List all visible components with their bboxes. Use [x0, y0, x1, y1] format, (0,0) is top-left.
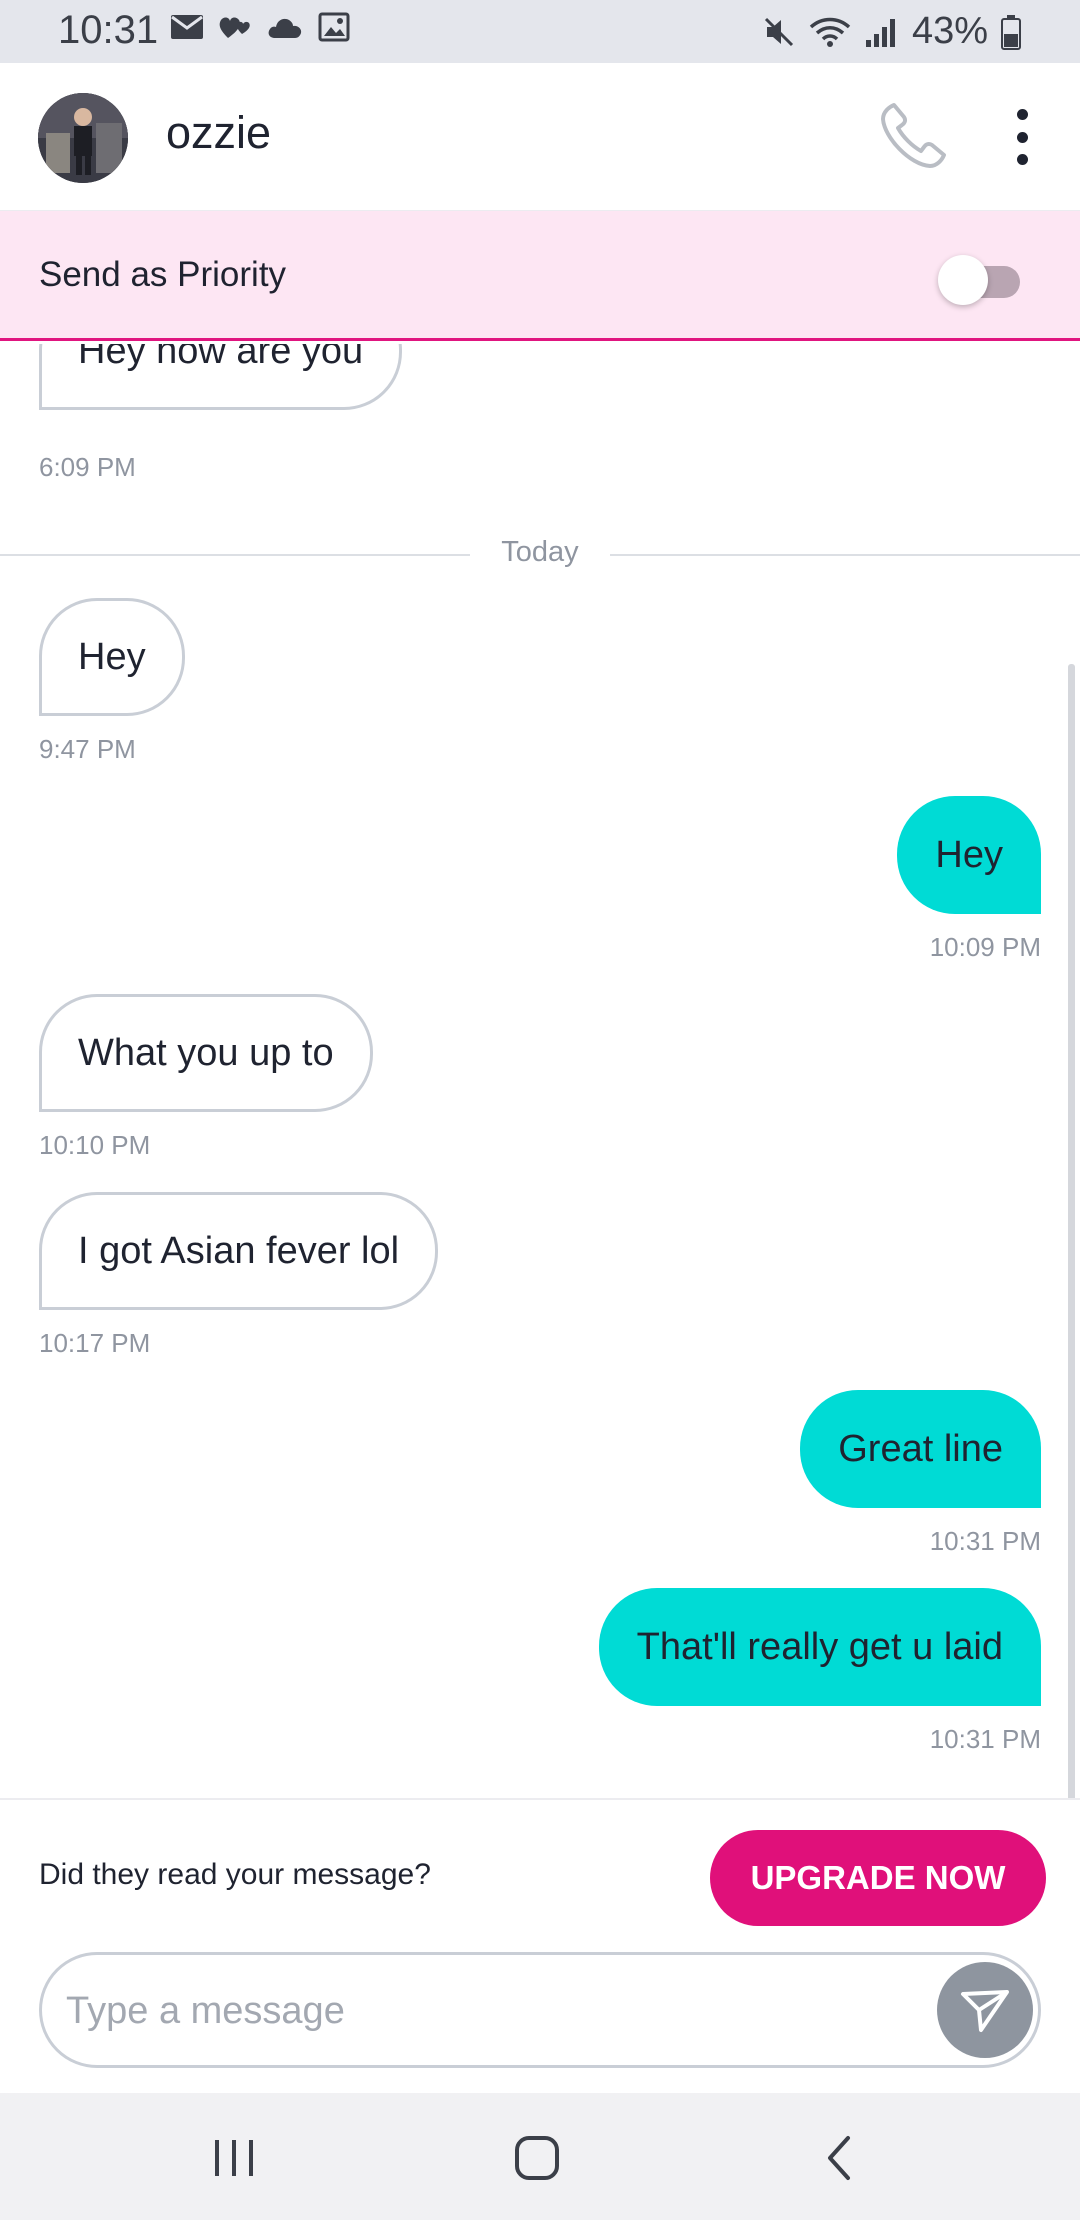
phone-icon: [881, 103, 946, 168]
message-bubble-outgoing[interactable]: Hey: [897, 796, 1041, 914]
more-options-button[interactable]: [1002, 109, 1042, 165]
wifi-icon: [809, 17, 851, 47]
chat-header: ozzie: [0, 63, 1080, 211]
more-vertical-icon: [1016, 109, 1028, 120]
back-icon: [828, 2136, 850, 2180]
message-timestamp: 10:09 PM: [929, 932, 1041, 962]
mute-icon: [764, 17, 793, 46]
message-timestamp: 10:17 PM: [39, 1328, 151, 1358]
message-bubble-outgoing[interactable]: That'll really get u laid: [598, 1588, 1041, 1706]
home-button[interactable]: [497, 2123, 577, 2193]
hearts-icon: [219, 17, 250, 38]
message-composer: [39, 1952, 1041, 2068]
status-bar: 10:31 43%: [0, 0, 1080, 63]
mail-icon: [171, 15, 203, 39]
cloud-icon: [268, 18, 302, 38]
home-icon: [515, 2136, 559, 2180]
message-bubble-incoming[interactable]: Hey how are you: [39, 344, 403, 410]
message-bubble-incoming[interactable]: I got Asian fever lol: [39, 1192, 439, 1310]
send-icon: [961, 1990, 1009, 2032]
date-divider: Today: [0, 534, 1080, 574]
scrollbar[interactable]: [1068, 664, 1075, 1798]
upgrade-banner: Did they read your message? UPGRADE NOW: [0, 1798, 1080, 1948]
priority-bar: Send as Priority: [0, 211, 1080, 341]
message-timestamp: 10:31 PM: [929, 1526, 1041, 1556]
message-bubble-outgoing[interactable]: Great line: [800, 1390, 1041, 1508]
date-divider-label: Today: [501, 536, 579, 568]
message-timestamp: 10:10 PM: [39, 1130, 151, 1160]
message-list[interactable]: Hey how are you 6:09 PM Today Hey 9:47 P…: [0, 344, 1080, 1798]
upgrade-now-button[interactable]: UPGRADE NOW: [710, 1830, 1046, 1926]
status-time: 10:31: [58, 8, 159, 52]
priority-label: Send as Priority: [39, 255, 287, 294]
message-timestamp: 10:31 PM: [929, 1724, 1041, 1754]
priority-toggle[interactable]: [938, 251, 1022, 305]
image-icon: [318, 12, 350, 42]
back-button[interactable]: [800, 2123, 880, 2193]
message-bubble-incoming[interactable]: What you up to: [39, 994, 373, 1112]
toggle-knob: [938, 255, 988, 305]
battery-icon: [1001, 14, 1021, 50]
system-icons: 43%: [762, 10, 1022, 53]
send-button[interactable]: [937, 1962, 1033, 2058]
recents-icon: [215, 2140, 253, 2176]
avatar[interactable]: [38, 93, 128, 183]
call-button[interactable]: [876, 99, 950, 173]
message-input[interactable]: [66, 1975, 946, 2047]
read-receipt-prompt: Did they read your message?: [39, 1858, 431, 1891]
message-bubble-incoming[interactable]: Hey: [39, 598, 185, 716]
contact-name[interactable]: ozzie: [166, 107, 271, 159]
message-timestamp: 9:47 PM: [39, 734, 136, 764]
recents-button[interactable]: [194, 2123, 274, 2193]
signal-icon: [865, 18, 895, 47]
notification-icons: [170, 12, 350, 42]
message-timestamp: 6:09 PM: [39, 452, 136, 482]
battery-percent: 43%: [911, 10, 988, 52]
system-nav-bar: [0, 2093, 1080, 2220]
